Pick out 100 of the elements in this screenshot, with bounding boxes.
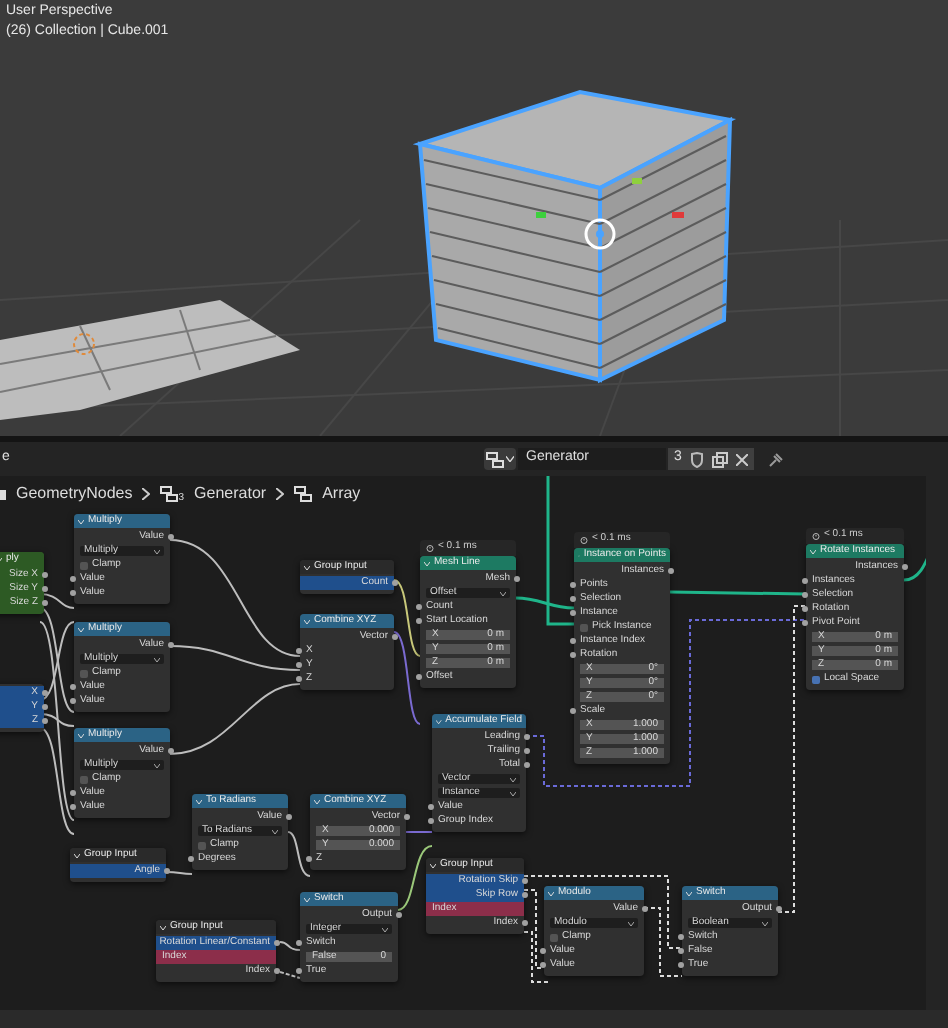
socket-icon[interactable] — [70, 684, 76, 690]
socket-icon[interactable] — [678, 948, 684, 954]
socket-icon[interactable] — [524, 762, 530, 768]
node-wire — [669, 590, 807, 596]
node-tree-icon — [0, 489, 6, 500]
socket-icon[interactable] — [416, 618, 422, 624]
node-wire — [405, 831, 433, 833]
caret-icon — [154, 657, 160, 661]
checkbox[interactable] — [580, 623, 588, 631]
breadcrumb-link[interactable]: GeometryNodes — [16, 482, 133, 507]
socket-icon[interactable] — [678, 934, 684, 940]
socket-icon[interactable] — [164, 868, 170, 874]
caret-icon — [500, 591, 506, 595]
node-wire — [397, 845, 433, 911]
checkbox[interactable] — [80, 669, 88, 677]
socket-icon[interactable] — [392, 634, 398, 640]
socket-icon[interactable] — [642, 906, 648, 912]
socket-icon[interactable] — [70, 804, 76, 810]
socket-icon[interactable] — [540, 962, 546, 968]
socket-icon[interactable] — [522, 878, 528, 884]
socket-icon[interactable] — [802, 578, 808, 584]
socket-icon[interactable] — [392, 580, 398, 586]
socket-icon[interactable] — [524, 734, 530, 740]
socket-icon[interactable] — [188, 856, 194, 862]
checkbox[interactable] — [550, 933, 558, 941]
socket-icon[interactable] — [274, 940, 280, 946]
shield-icon[interactable] — [689, 451, 704, 467]
socket-icon[interactable] — [902, 564, 908, 570]
socket-icon[interactable] — [802, 620, 808, 626]
pin-icon[interactable] — [767, 451, 784, 467]
node-wire — [279, 971, 301, 979]
chevron-right-icon — [142, 488, 151, 501]
socket-icon[interactable] — [570, 652, 576, 658]
socket-icon[interactable] — [540, 948, 546, 954]
socket-icon[interactable] — [570, 582, 576, 588]
socket-icon[interactable] — [524, 748, 530, 754]
socket-icon[interactable] — [168, 642, 174, 648]
socket-icon[interactable] — [296, 676, 302, 682]
socket-icon[interactable] — [42, 704, 48, 710]
socket-icon[interactable] — [428, 804, 434, 810]
checkbox[interactable] — [80, 775, 88, 783]
node-tree-icon — [294, 486, 313, 503]
caret-icon — [272, 829, 278, 833]
caret-icon — [154, 763, 160, 767]
socket-icon[interactable] — [70, 790, 76, 796]
socket-icon[interactable] — [514, 576, 520, 582]
node-wire — [169, 683, 301, 755]
socket-icon[interactable] — [296, 648, 302, 654]
socket-icon[interactable] — [678, 962, 684, 968]
socket-icon[interactable] — [168, 748, 174, 754]
socket-icon[interactable] — [428, 818, 434, 824]
close-icon[interactable] — [735, 453, 748, 465]
checkbox[interactable] — [198, 841, 206, 849]
breadcrumb-link[interactable]: Array — [322, 482, 361, 507]
stopwatch-icon — [426, 544, 434, 552]
node-wire — [279, 941, 301, 951]
socket-icon[interactable] — [70, 576, 76, 582]
checkbox[interactable] — [812, 675, 820, 683]
caret-icon — [628, 921, 634, 925]
socket-icon[interactable] — [570, 638, 576, 644]
socket-icon[interactable] — [404, 814, 410, 820]
socket-icon[interactable] — [168, 534, 174, 540]
node-wire — [393, 579, 421, 657]
socket-icon[interactable] — [802, 606, 808, 612]
breadcrumb-link[interactable]: Generator — [194, 482, 267, 507]
socket-icon[interactable] — [668, 568, 674, 574]
stopwatch-icon — [812, 532, 820, 540]
socket-icon[interactable] — [42, 586, 48, 592]
socket-icon[interactable] — [70, 698, 76, 704]
node-wire — [287, 831, 311, 877]
socket-icon[interactable] — [570, 596, 576, 602]
checkbox[interactable] — [80, 561, 88, 569]
socket-icon[interactable] — [522, 892, 528, 898]
caret-icon — [382, 927, 388, 931]
socket-icon[interactable] — [416, 674, 422, 680]
copy-icon[interactable] — [711, 451, 728, 467]
node-wire — [393, 631, 421, 725]
socket-icon[interactable] — [70, 590, 76, 596]
socket-icon[interactable] — [306, 856, 312, 862]
socket-icon[interactable] — [42, 690, 48, 696]
socket-icon[interactable] — [42, 718, 48, 724]
stopwatch-icon — [580, 536, 588, 544]
editor-type-button[interactable] — [484, 448, 516, 470]
socket-icon[interactable] — [42, 600, 48, 606]
socket-icon[interactable] — [570, 610, 576, 616]
socket-icon[interactable] — [396, 912, 402, 918]
socket-icon[interactable] — [802, 592, 808, 598]
socket-icon[interactable] — [296, 940, 302, 946]
socket-icon[interactable] — [296, 662, 302, 668]
socket-icon[interactable] — [42, 572, 48, 578]
socket-icon[interactable] — [522, 920, 528, 926]
socket-icon[interactable] — [274, 968, 280, 974]
socket-icon[interactable] — [570, 708, 576, 714]
socket-icon[interactable] — [416, 604, 422, 610]
caret-icon — [762, 921, 768, 925]
socket-icon[interactable] — [296, 968, 302, 974]
node-wire — [165, 871, 193, 875]
socket-icon[interactable] — [286, 814, 292, 820]
socket-icon[interactable] — [776, 906, 782, 912]
node-tree-icon — [160, 486, 179, 503]
